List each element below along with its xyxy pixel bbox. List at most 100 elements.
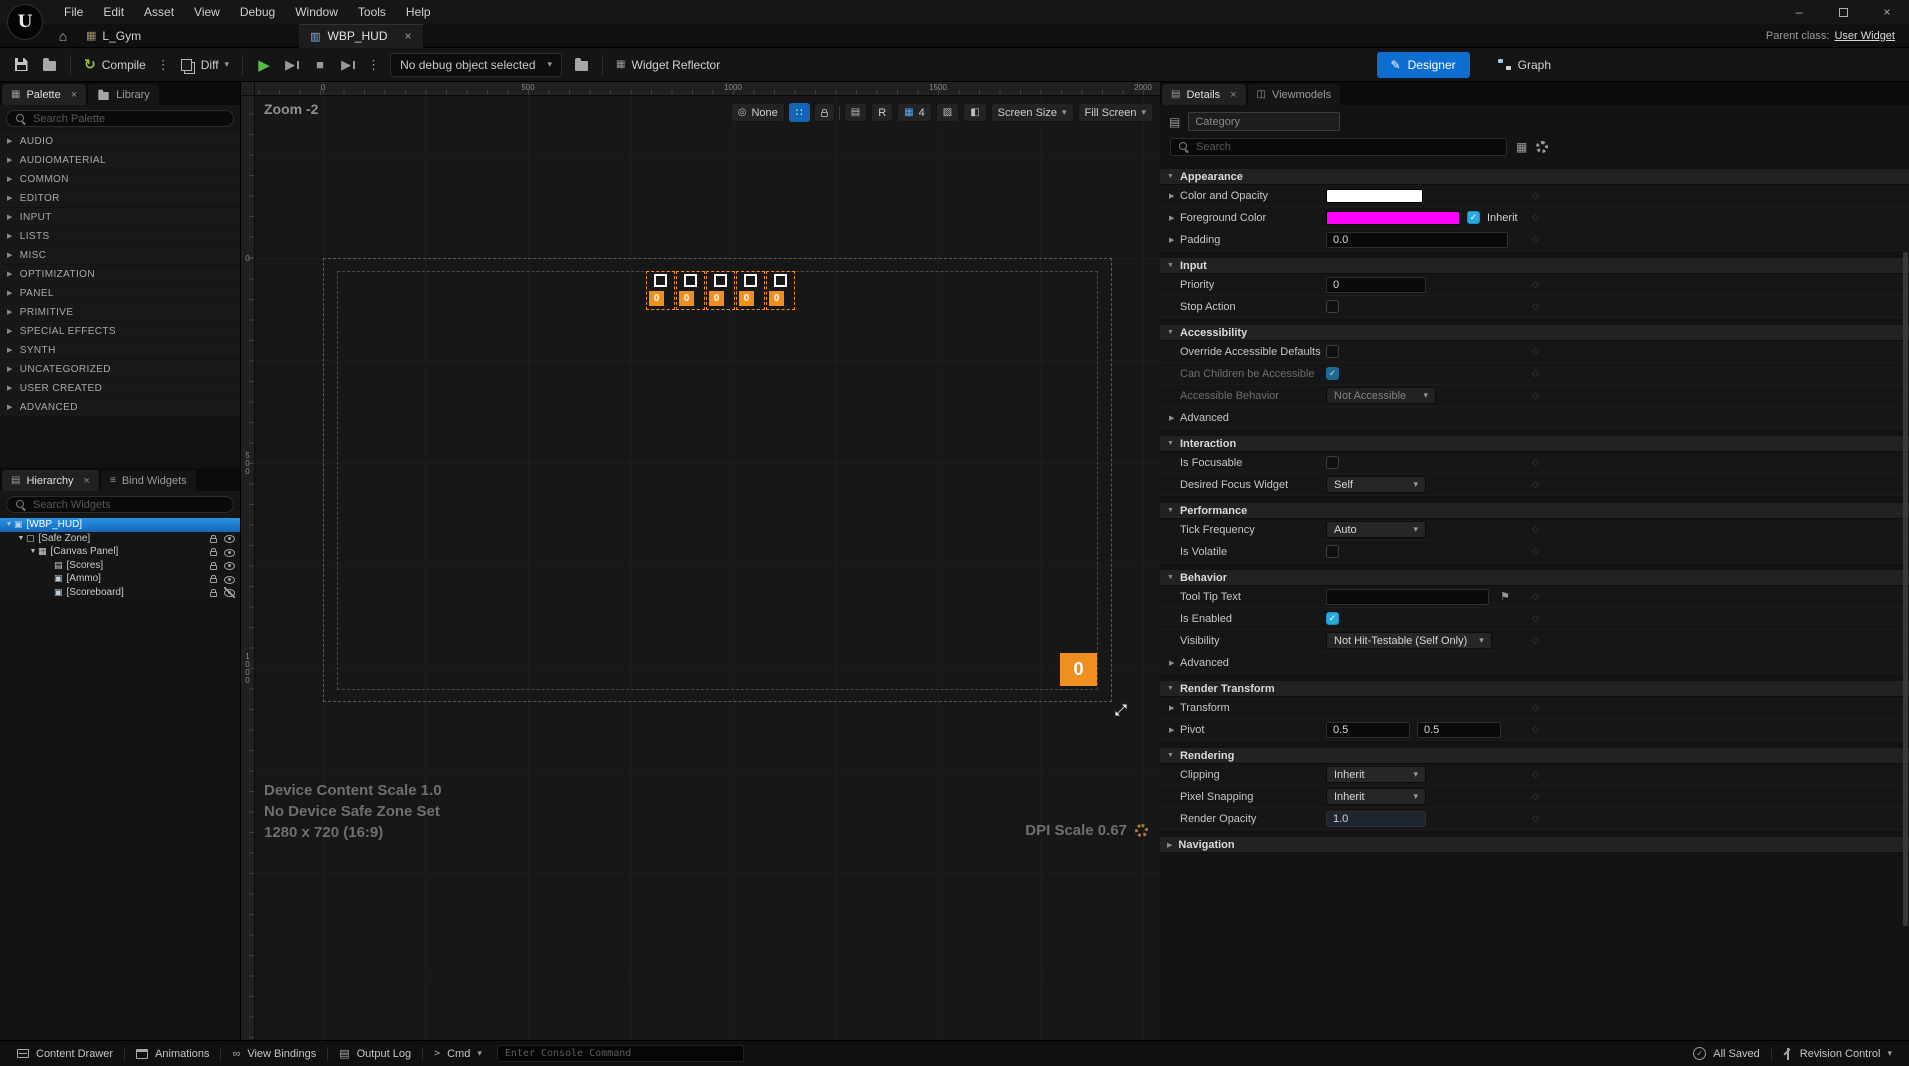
- close-icon[interactable]: ×: [1230, 89, 1236, 101]
- reset-to-default-icon[interactable]: ◇: [1532, 791, 1539, 802]
- bind-flag-icon[interactable]: ⚑: [1500, 590, 1510, 603]
- color-swatch-white[interactable]: [1326, 188, 1423, 203]
- reset-to-default-icon[interactable]: ◇: [1532, 234, 1539, 245]
- tab-palette[interactable]: ▦ Palette ×: [2, 84, 87, 105]
- palette-category-audio[interactable]: ▶ AUDIO: [0, 132, 240, 151]
- fill-screen-dropdown[interactable]: Fill Screen ▾: [1077, 103, 1153, 122]
- tree-row-canvas-panel[interactable]: ▼ ▦ [Canvas Panel]: [0, 545, 240, 559]
- pivot-x-input[interactable]: 0.5: [1326, 721, 1410, 738]
- tree-row-ammo[interactable]: ▣ [Ammo]: [0, 572, 240, 586]
- reset-to-default-icon[interactable]: ◇: [1532, 546, 1539, 557]
- collapse-icon[interactable]: ▼: [28, 548, 38, 555]
- close-icon[interactable]: ×: [71, 89, 77, 101]
- section-input[interactable]: ▼ Input: [1160, 258, 1909, 274]
- revision-control-button[interactable]: Revision Control ▾: [1772, 1041, 1903, 1066]
- ammo-count-text[interactable]: 0: [739, 291, 754, 306]
- reset-to-default-icon[interactable]: ◇: [1532, 346, 1539, 357]
- pixel-snapping-dropdown[interactable]: Inherit ▾: [1326, 788, 1426, 805]
- tree-row-scoreboard[interactable]: ▣ [Scoreboard]: [0, 586, 240, 600]
- tab-bind-widgets[interactable]: ≡ Bind Widgets: [100, 470, 196, 491]
- expand-icon[interactable]: ▶: [1169, 726, 1180, 734]
- widget-reflector-button[interactable]: ▦ Widget Reflector: [611, 52, 725, 78]
- collapse-icon[interactable]: ▼: [4, 521, 14, 528]
- visibility-eye-off-icon[interactable]: [224, 586, 235, 598]
- level-breadcrumb[interactable]: ▦ L_Gym: [76, 29, 151, 43]
- menu-debug[interactable]: Debug: [230, 0, 285, 24]
- close-icon[interactable]: ×: [84, 475, 90, 487]
- localization-preview-dropdown[interactable]: ◎ None: [730, 103, 785, 122]
- output-log-button[interactable]: ▤ Output Log: [328, 1041, 422, 1066]
- tree-row-scores[interactable]: ▤ [Scores]: [0, 559, 240, 573]
- tab-viewmodels[interactable]: ◫ Viewmodels: [1247, 84, 1341, 105]
- snap-grid-size-dropdown[interactable]: ▦ 4: [897, 103, 932, 122]
- section-rendering[interactable]: ▼ Rendering: [1160, 748, 1909, 764]
- designer-canvas[interactable]: 0 500 1000 1500 2000 0 500 1000 Zoom -2 …: [241, 82, 1160, 1040]
- visibility-eye-icon[interactable]: [224, 560, 235, 571]
- padding-input[interactable]: 0.0: [1326, 231, 1508, 248]
- reset-to-default-icon[interactable]: ◇: [1532, 279, 1539, 290]
- graph-button[interactable]: Graph: [1497, 58, 1551, 72]
- palette-category-common[interactable]: ▶ COMMON: [0, 170, 240, 189]
- lock-icon[interactable]: [210, 548, 217, 557]
- stop-button[interactable]: ■: [307, 52, 333, 78]
- ammo-image-widget[interactable]: [744, 274, 757, 287]
- section-render-transform[interactable]: ▼ Render Transform: [1160, 681, 1909, 697]
- section-behavior[interactable]: ▼ Behavior: [1160, 570, 1909, 586]
- accessible-behavior-dropdown[interactable]: Not Accessible ▾: [1326, 387, 1436, 404]
- ammo-image-widget[interactable]: [684, 274, 697, 287]
- minimize-icon[interactable]: –: [1777, 0, 1821, 24]
- preview-background-button[interactable]: ▨: [935, 103, 960, 122]
- category-list-icon[interactable]: ▤: [1169, 115, 1180, 129]
- content-drawer-button[interactable]: Content Drawer: [6, 1041, 124, 1066]
- ammo-image-widget[interactable]: [774, 274, 787, 287]
- visibility-eye-icon[interactable]: [224, 533, 235, 544]
- tab-details[interactable]: ▤ Details ×: [1162, 84, 1246, 105]
- section-appearance[interactable]: ▼ Appearance: [1160, 169, 1909, 185]
- reset-to-default-icon[interactable]: ◇: [1532, 368, 1539, 379]
- reset-to-default-icon[interactable]: ◇: [1532, 524, 1539, 535]
- reset-to-default-icon[interactable]: ◇: [1532, 724, 1539, 735]
- palette-category-advanced[interactable]: ▶ ADVANCED: [0, 398, 240, 417]
- clipping-dropdown[interactable]: Inherit ▾: [1326, 766, 1426, 783]
- reset-to-default-icon[interactable]: ◇: [1532, 591, 1539, 602]
- ammo-widget[interactable]: 0: [646, 271, 675, 310]
- display-filter-icon[interactable]: ▦: [1516, 140, 1527, 154]
- ammo-image-widget[interactable]: [654, 274, 667, 287]
- respect-locks-button[interactable]: R: [871, 103, 894, 122]
- color-swatch-magenta[interactable]: [1326, 210, 1460, 225]
- expand-icon[interactable]: ▶: [1169, 704, 1180, 712]
- is-enabled-checkbox[interactable]: ✓: [1326, 612, 1339, 625]
- reset-to-default-icon[interactable]: ◇: [1532, 769, 1539, 780]
- render-opacity-input[interactable]: 1.0: [1326, 810, 1426, 827]
- maximize-icon[interactable]: [1821, 0, 1865, 24]
- designer-button[interactable]: ✎ Designer: [1376, 51, 1470, 78]
- debug-object-dropdown[interactable]: No debug object selected ▾: [390, 52, 563, 77]
- home-icon[interactable]: ⌂: [50, 24, 76, 48]
- is-volatile-checkbox[interactable]: [1326, 545, 1339, 558]
- lock-icon[interactable]: [210, 588, 217, 597]
- desired-focus-dropdown[interactable]: Self ▾: [1326, 476, 1426, 493]
- can-children-accessible-checkbox[interactable]: ✓: [1326, 367, 1339, 380]
- menu-tools[interactable]: Tools: [348, 0, 396, 24]
- tab-hierarchy[interactable]: ▤ Hierarchy ×: [2, 470, 99, 491]
- ammo-widget[interactable]: 0: [736, 271, 765, 310]
- lock-icon[interactable]: [210, 575, 217, 584]
- tree-row-wbp-hud[interactable]: ▼ ▣ [WBP_HUD]: [0, 518, 240, 532]
- compile-options-icon[interactable]: ⋮: [153, 57, 174, 73]
- play-options-icon[interactable]: ⋮: [363, 57, 384, 73]
- cmd-dropdown[interactable]: > Cmd ▾: [423, 1041, 493, 1066]
- details-scrollbar[interactable]: [1903, 252, 1908, 1036]
- ammo-image-widget[interactable]: [714, 274, 727, 287]
- ammo-count-text[interactable]: 0: [649, 291, 664, 306]
- override-accessible-defaults-checkbox[interactable]: [1326, 345, 1339, 358]
- palette-category-audiomaterial[interactable]: ▶ AUDIOMATERIAL: [0, 151, 240, 170]
- reset-to-default-icon[interactable]: ◇: [1532, 390, 1539, 401]
- animations-button[interactable]: Animations: [125, 1041, 220, 1066]
- menu-view[interactable]: View: [184, 0, 230, 24]
- collapse-icon[interactable]: ▼: [16, 535, 26, 542]
- section-navigation[interactable]: ▶ Navigation: [1160, 837, 1909, 853]
- dpi-settings-gear-icon[interactable]: [1135, 824, 1148, 837]
- palette-category-primitive[interactable]: ▶ PRIMITIVE: [0, 303, 240, 322]
- view-bindings-button[interactable]: ∞ View Bindings: [221, 1041, 327, 1066]
- palette-category-misc[interactable]: ▶ MISC: [0, 246, 240, 265]
